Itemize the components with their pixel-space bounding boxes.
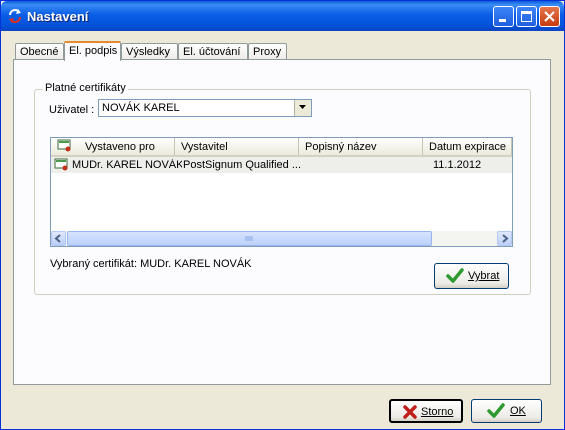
certificate-list[interactable]: Vystaveno pro Vystavitel Popisný název D… xyxy=(50,137,513,247)
cell-issued-to: MUDr. KAREL NOVÁK xyxy=(72,159,182,171)
checkmark-icon xyxy=(446,268,464,283)
column-expiry[interactable]: Datum expirace xyxy=(423,138,512,155)
grip-icon xyxy=(245,236,253,241)
minimize-icon xyxy=(499,19,506,22)
tab-el-uctovani[interactable]: El. účtování xyxy=(178,43,248,60)
select-button[interactable]: Vybrat xyxy=(434,263,509,289)
chevron-left-icon xyxy=(54,234,61,243)
scrollbar-thumb[interactable] xyxy=(67,231,432,246)
column-issuer[interactable]: Vystavitel xyxy=(175,138,299,155)
checkmark-icon xyxy=(487,403,505,418)
certificate-icon xyxy=(54,158,68,171)
table-row[interactable]: MUDr. KAREL NOVÁK PostSignum Qualified .… xyxy=(51,157,512,173)
tab-obecne[interactable]: Obecné xyxy=(15,43,64,60)
minimize-button[interactable] xyxy=(493,6,514,27)
horizontal-scrollbar[interactable] xyxy=(51,231,512,246)
scroll-right-button[interactable] xyxy=(497,231,512,246)
chevron-down-icon xyxy=(299,105,306,109)
user-select[interactable]: NOVÁK KAREL xyxy=(98,99,312,117)
user-select-value: NOVÁK KAREL xyxy=(102,102,180,114)
tab-proxy[interactable]: Proxy xyxy=(248,43,287,60)
maximize-button[interactable] xyxy=(516,6,537,27)
dropdown-button[interactable] xyxy=(294,100,311,116)
scroll-left-button[interactable] xyxy=(51,231,66,246)
valid-certificates-group: Platné certifikáty Uživatel : NOVÁK KARE… xyxy=(34,82,531,295)
selected-certificate-label: Vybraný certifikát: MUDr. KAREL NOVÁK xyxy=(50,258,252,270)
close-icon xyxy=(544,11,555,22)
column-issued-to[interactable]: Vystaveno pro xyxy=(51,138,175,155)
cell-expiry: 11.1.2012 xyxy=(433,159,482,171)
tab-el-podpis[interactable]: El. podpis xyxy=(64,41,121,61)
ok-button[interactable]: OK xyxy=(471,399,542,423)
select-button-label: Vybrat xyxy=(468,270,500,282)
window-title: Nastavení xyxy=(27,9,89,24)
close-button[interactable] xyxy=(539,6,560,27)
list-header: Vystaveno pro Vystavitel Popisný název D… xyxy=(51,138,512,157)
chevron-right-icon xyxy=(502,234,509,243)
group-label: Platné certifikáty xyxy=(43,82,128,94)
cross-icon xyxy=(403,405,417,419)
maximize-icon xyxy=(521,11,532,22)
settings-dialog: Nastavení Obecné El. podpis Výsledky El.… xyxy=(0,0,565,430)
user-label: Uživatel : xyxy=(49,104,95,116)
tab-vysledky[interactable]: Výsledky xyxy=(121,43,178,60)
title-bar[interactable]: Nastavení xyxy=(1,1,564,31)
ok-button-label: OK xyxy=(510,405,526,417)
refresh-arrows-icon xyxy=(9,9,21,23)
cancel-button-label: Storno xyxy=(421,406,454,418)
tab-panel-el-podpis: Platné certifikáty Uživatel : NOVÁK KARE… xyxy=(13,59,551,385)
cancel-button[interactable]: Storno xyxy=(389,399,463,423)
cell-issuer: PostSignum Qualified ... xyxy=(183,159,301,171)
column-name[interactable]: Popisný název xyxy=(299,138,423,155)
